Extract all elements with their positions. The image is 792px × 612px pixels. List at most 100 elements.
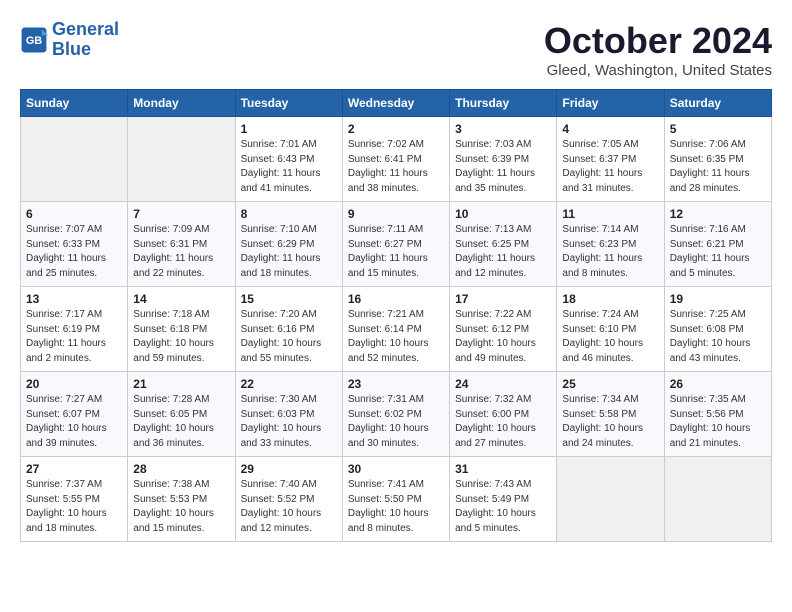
- calendar-cell: 7Sunrise: 7:09 AMSunset: 6:31 PMDaylight…: [128, 202, 235, 287]
- calendar-cell: 15Sunrise: 7:20 AMSunset: 6:16 PMDayligh…: [235, 287, 342, 372]
- day-number: 28: [133, 462, 229, 476]
- calendar-cell: 1Sunrise: 7:01 AMSunset: 6:43 PMDaylight…: [235, 117, 342, 202]
- page-header: GB GeneralBlue October 2024 Gleed, Washi…: [20, 20, 772, 79]
- calendar-cell: 29 Sunrise: 7:40 AMSunset: 5:52 PMDayligh…: [235, 457, 342, 542]
- day-detail: Sunrise: 7:28 AMSunset: 6:05 PMDaylight:…: [133, 393, 229, 451]
- day-detail: Sunrise: 7:06 AMSunset: 6:35 PMDaylight:…: [670, 138, 766, 196]
- day-number: 10: [455, 207, 551, 221]
- calendar-cell: 21 Sunrise: 7:28 AMSunset: 6:05 PMDayligh…: [128, 372, 235, 457]
- calendar-cell: [128, 117, 235, 202]
- day-number: 9: [348, 207, 444, 221]
- day-number: 4: [562, 122, 658, 136]
- day-number: 29: [241, 462, 337, 476]
- day-number: 16: [348, 292, 444, 306]
- day-detail: Sunrise: 7:34 AMSunset: 5:58 PMDaylight:…: [562, 393, 658, 451]
- day-number: 18: [562, 292, 658, 306]
- calendar-body: 1Sunrise: 7:01 AMSunset: 6:43 PMDaylight…: [21, 117, 772, 542]
- day-number: 22: [241, 377, 337, 391]
- svg-text:GB: GB: [26, 35, 42, 47]
- day-detail: Sunrise: 7:37 AMSunset: 5:55 PMDaylight:…: [26, 478, 122, 536]
- day-detail: Sunrise: 7:40 AMSunset: 5:52 PMDaylight:…: [241, 478, 337, 536]
- calendar-cell: [21, 117, 128, 202]
- day-detail: Sunrise: 7:20 AMSunset: 6:16 PMDaylight:…: [241, 308, 337, 366]
- header-tuesday: Tuesday: [235, 90, 342, 117]
- calendar-cell: 10 Sunrise: 7:13 AMSunset: 6:25 PMDayligh…: [450, 202, 557, 287]
- day-number: 11: [562, 207, 658, 221]
- calendar-week-2: 6 Sunrise: 7:07 AMSunset: 6:33 PMDaylight…: [21, 202, 772, 287]
- calendar-cell: 23Sunrise: 7:31 AMSunset: 6:02 PMDayligh…: [342, 372, 449, 457]
- title-section: October 2024 Gleed, Washington, United S…: [544, 20, 772, 79]
- calendar-cell: 8Sunrise: 7:10 AMSunset: 6:29 PMDaylight…: [235, 202, 342, 287]
- calendar-cell: 28Sunrise: 7:38 AMSunset: 5:53 PMDayligh…: [128, 457, 235, 542]
- day-detail: Sunrise: 7:35 AMSunset: 5:56 PMDaylight:…: [670, 393, 766, 451]
- header-friday: Friday: [557, 90, 664, 117]
- calendar-cell: 11Sunrise: 7:14 AMSunset: 6:23 PMDayligh…: [557, 202, 664, 287]
- calendar-cell: 19 Sunrise: 7:25 AMSunset: 6:08 PMDayligh…: [664, 287, 771, 372]
- calendar-cell: 17 Sunrise: 7:22 AMSunset: 6:12 PMDayligh…: [450, 287, 557, 372]
- day-detail: Sunrise: 7:01 AMSunset: 6:43 PMDaylight:…: [241, 138, 337, 196]
- calendar-cell: 26 Sunrise: 7:35 AMSunset: 5:56 PMDayligh…: [664, 372, 771, 457]
- day-number: 13: [26, 292, 122, 306]
- day-number: 3: [455, 122, 551, 136]
- calendar-header: Sunday Monday Tuesday Wednesday Thursday…: [21, 90, 772, 117]
- day-detail: Sunrise: 7:05 AMSunset: 6:37 PMDaylight:…: [562, 138, 658, 196]
- calendar-cell: 24 Sunrise: 7:32 AMSunset: 6:00 PMDayligh…: [450, 372, 557, 457]
- day-detail: Sunrise: 7:22 AMSunset: 6:12 PMDaylight:…: [455, 308, 551, 366]
- day-detail: Sunrise: 7:32 AMSunset: 6:00 PMDaylight:…: [455, 393, 551, 451]
- calendar-cell: [557, 457, 664, 542]
- day-number: 30: [348, 462, 444, 476]
- calendar-week-4: 20Sunrise: 7:27 AMSunset: 6:07 PMDayligh…: [21, 372, 772, 457]
- calendar-cell: 9 Sunrise: 7:11 AMSunset: 6:27 PMDaylight…: [342, 202, 449, 287]
- header-thursday: Thursday: [450, 90, 557, 117]
- day-detail: Sunrise: 7:18 AMSunset: 6:18 PMDaylight:…: [133, 308, 229, 366]
- day-detail: Sunrise: 7:27 AMSunset: 6:07 PMDaylight:…: [26, 393, 122, 451]
- header-sunday: Sunday: [21, 90, 128, 117]
- calendar-cell: 13Sunrise: 7:17 AMSunset: 6:19 PMDayligh…: [21, 287, 128, 372]
- day-detail: Sunrise: 7:02 AMSunset: 6:41 PMDaylight:…: [348, 138, 444, 196]
- calendar-week-1: 1Sunrise: 7:01 AMSunset: 6:43 PMDaylight…: [21, 117, 772, 202]
- location-title: Gleed, Washington, United States: [544, 62, 772, 79]
- day-number: 24: [455, 377, 551, 391]
- day-number: 21: [133, 377, 229, 391]
- day-detail: Sunrise: 7:03 AMSunset: 6:39 PMDaylight:…: [455, 138, 551, 196]
- day-number: 23: [348, 377, 444, 391]
- day-number: 2: [348, 122, 444, 136]
- day-detail: Sunrise: 7:07 AMSunset: 6:33 PMDaylight:…: [26, 223, 122, 281]
- calendar-week-3: 13Sunrise: 7:17 AMSunset: 6:19 PMDayligh…: [21, 287, 772, 372]
- calendar-cell: 25Sunrise: 7:34 AMSunset: 5:58 PMDayligh…: [557, 372, 664, 457]
- month-title: October 2024: [544, 20, 772, 62]
- day-detail: Sunrise: 7:13 AMSunset: 6:25 PMDaylight:…: [455, 223, 551, 281]
- day-detail: Sunrise: 7:16 AMSunset: 6:21 PMDaylight:…: [670, 223, 766, 281]
- logo-text: GeneralBlue: [52, 20, 119, 60]
- calendar-cell: 3 Sunrise: 7:03 AMSunset: 6:39 PMDaylight…: [450, 117, 557, 202]
- day-detail: Sunrise: 7:24 AMSunset: 6:10 PMDaylight:…: [562, 308, 658, 366]
- day-detail: Sunrise: 7:43 AMSunset: 5:49 PMDaylight:…: [455, 478, 551, 536]
- day-number: 6: [26, 207, 122, 221]
- calendar-week-5: 27 Sunrise: 7:37 AMSunset: 5:55 PMDayligh…: [21, 457, 772, 542]
- day-number: 26: [670, 377, 766, 391]
- day-detail: Sunrise: 7:41 AMSunset: 5:50 PMDaylight:…: [348, 478, 444, 536]
- calendar-cell: [664, 457, 771, 542]
- day-detail: Sunrise: 7:25 AMSunset: 6:08 PMDaylight:…: [670, 308, 766, 366]
- day-number: 12: [670, 207, 766, 221]
- calendar-cell: 4 Sunrise: 7:05 AMSunset: 6:37 PMDaylight…: [557, 117, 664, 202]
- day-number: 17: [455, 292, 551, 306]
- calendar-cell: 27 Sunrise: 7:37 AMSunset: 5:55 PMDayligh…: [21, 457, 128, 542]
- logo: GB GeneralBlue: [20, 20, 119, 60]
- day-detail: Sunrise: 7:21 AMSunset: 6:14 PMDaylight:…: [348, 308, 444, 366]
- day-number: 14: [133, 292, 229, 306]
- calendar-cell: 18 Sunrise: 7:24 AMSunset: 6:10 PMDayligh…: [557, 287, 664, 372]
- day-detail: Sunrise: 7:11 AMSunset: 6:27 PMDaylight:…: [348, 223, 444, 281]
- day-number: 27: [26, 462, 122, 476]
- calendar-cell: 5 Sunrise: 7:06 AMSunset: 6:35 PMDaylight…: [664, 117, 771, 202]
- day-number: 19: [670, 292, 766, 306]
- day-number: 7: [133, 207, 229, 221]
- calendar-cell: 14 Sunrise: 7:18 AMSunset: 6:18 PMDayligh…: [128, 287, 235, 372]
- calendar-cell: 22 Sunrise: 7:30 AMSunset: 6:03 PMDayligh…: [235, 372, 342, 457]
- day-detail: Sunrise: 7:30 AMSunset: 6:03 PMDaylight:…: [241, 393, 337, 451]
- day-number: 5: [670, 122, 766, 136]
- logo-icon: GB: [20, 26, 48, 54]
- calendar-table: Sunday Monday Tuesday Wednesday Thursday…: [20, 89, 772, 542]
- calendar-cell: 31Sunrise: 7:43 AMSunset: 5:49 PMDayligh…: [450, 457, 557, 542]
- header-saturday: Saturday: [664, 90, 771, 117]
